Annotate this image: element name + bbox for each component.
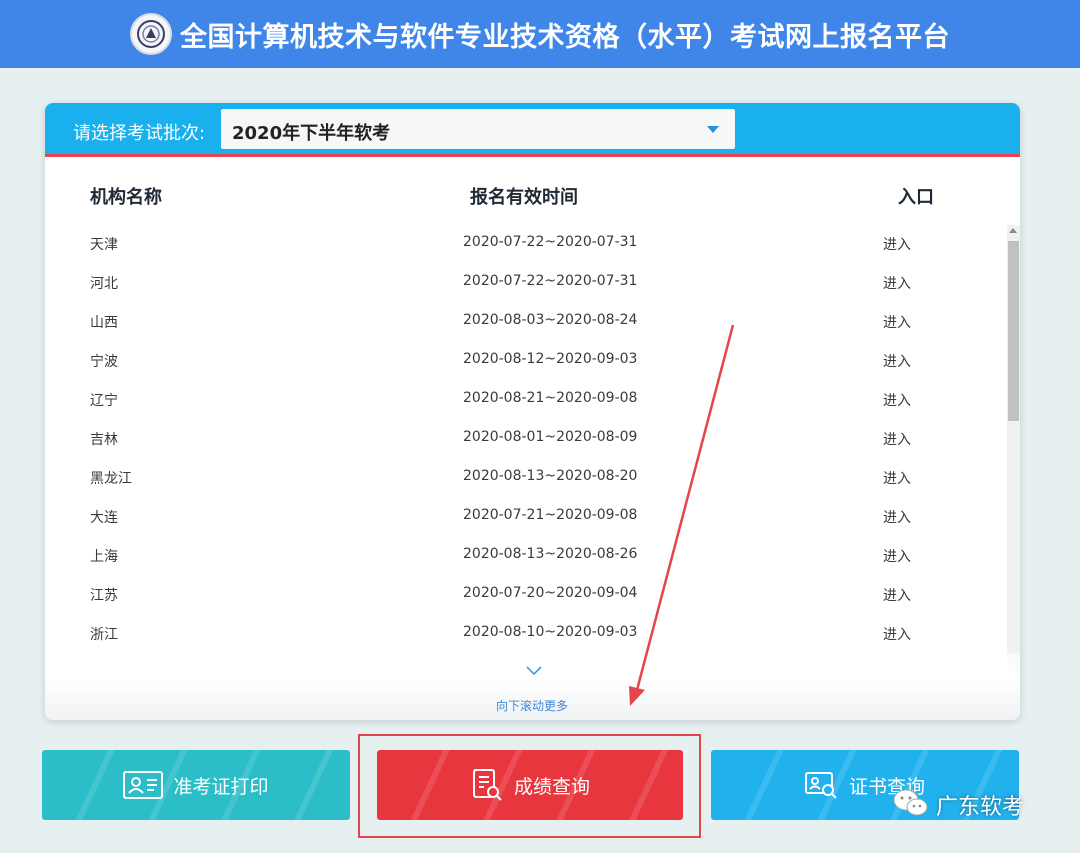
scroll-more-link[interactable]: 向下滚动更多 [496,697,568,714]
row-name: 辽宁 [90,393,118,409]
id-card-icon [123,771,164,799]
row-time: 2020-07-21~2020-09-08 [463,507,638,523]
row-time: 2020-07-22~2020-07-31 [463,273,638,289]
table-row: 吉林 2020-08-01~2020-08-09 进入 [45,418,1005,457]
score-query-label: 成绩查询 [513,775,590,798]
table-row: 上海 2020-08-13~2020-08-26 进入 [45,535,1005,574]
row-entry-link[interactable]: 进入 [883,234,911,254]
table-row: 江苏 2020-07-20~2020-09-04 进入 [45,574,1005,613]
batch-select[interactable]: 2020年下半年软考 [221,109,735,149]
admit-card-label: 准考证打印 [173,775,269,798]
platform-logo [130,13,172,55]
batch-bar: 请选择考试批次: 2020年下半年软考 [45,103,1020,157]
registration-card: 请选择考试批次: 2020年下半年软考 机构名称 报名有效时间 入口 天津 20… [45,103,1020,720]
column-header-entry: 入口 [898,187,934,208]
row-name: 上海 [90,549,118,565]
row-time: 2020-08-12~2020-09-03 [463,351,638,367]
table-row: 天津 2020-07-22~2020-07-31 进入 [45,223,1005,262]
row-name: 河北 [90,276,118,292]
row-time: 2020-08-13~2020-08-20 [463,468,638,484]
row-time: 2020-08-21~2020-09-08 [463,390,638,406]
row-entry-link[interactable]: 进入 [883,351,911,371]
row-entry-link[interactable]: 进入 [883,624,911,644]
scroll-up-icon[interactable] [1009,228,1017,233]
certificate-search-icon [804,770,839,800]
admit-card-button[interactable]: 准考证打印 [42,750,350,820]
row-time: 2020-07-20~2020-09-04 [463,585,638,601]
batch-selected-value: 2020年下半年软考 [232,123,391,144]
row-name: 宁波 [90,354,118,370]
watermark-text: 广东软考 [936,795,1025,820]
table-row: 河北 2020-07-22~2020-07-31 进入 [45,262,1005,301]
batch-label: 请选择考试批次: [73,123,206,144]
row-entry-link[interactable]: 进入 [883,585,911,605]
score-query-button[interactable]: 成绩查询 [377,750,683,820]
row-entry-link[interactable]: 进入 [883,312,911,332]
table-row: 山西 2020-08-03~2020-08-24 进入 [45,301,1005,340]
wechat-icon [892,788,930,822]
row-name: 山西 [90,315,118,331]
row-name: 天津 [90,237,118,253]
table-row: 宁波 2020-08-12~2020-09-03 进入 [45,340,1005,379]
row-time: 2020-08-03~2020-08-24 [463,312,638,328]
chevron-down-icon[interactable] [524,664,544,678]
row-time: 2020-07-22~2020-07-31 [463,234,638,250]
column-header-time: 报名有效时间 [470,187,578,208]
scrollbar-thumb[interactable] [1008,241,1019,421]
row-entry-link[interactable]: 进入 [883,546,911,566]
row-entry-link[interactable]: 进入 [883,273,911,293]
document-search-icon [470,768,504,802]
row-name: 吉林 [90,432,118,448]
row-time: 2020-08-13~2020-08-26 [463,546,638,562]
page-header: 全国计算机技术与软件专业技术资格（水平）考试网上报名平台 [0,0,1080,68]
row-name: 江苏 [90,588,118,604]
list-scrollbar[interactable] [1007,225,1020,675]
column-header-name: 机构名称 [90,187,162,208]
row-time: 2020-08-01~2020-08-09 [463,429,638,445]
row-time: 2020-08-10~2020-09-03 [463,624,638,640]
caret-down-icon [707,126,719,133]
institution-list[interactable]: 天津 2020-07-22~2020-07-31 进入 河北 2020-07-2… [45,223,1020,675]
row-entry-link[interactable]: 进入 [883,468,911,488]
table-row: 大连 2020-07-21~2020-09-08 进入 [45,496,1005,535]
row-name: 黑龙江 [90,471,132,487]
row-entry-link[interactable]: 进入 [883,390,911,410]
row-name: 浙江 [90,627,118,643]
row-entry-link[interactable]: 进入 [883,507,911,527]
table-row: 浙江 2020-08-10~2020-09-03 进入 [45,613,1005,652]
table-row: 黑龙江 2020-08-13~2020-08-20 进入 [45,457,1005,496]
table-row: 辽宁 2020-08-21~2020-09-08 进入 [45,379,1005,418]
row-name: 大连 [90,510,118,526]
row-entry-link[interactable]: 进入 [883,429,911,449]
wechat-watermark: 广东软考 [892,788,1024,822]
page-title: 全国计算机技术与软件专业技术资格（水平）考试网上报名平台 [180,21,950,53]
